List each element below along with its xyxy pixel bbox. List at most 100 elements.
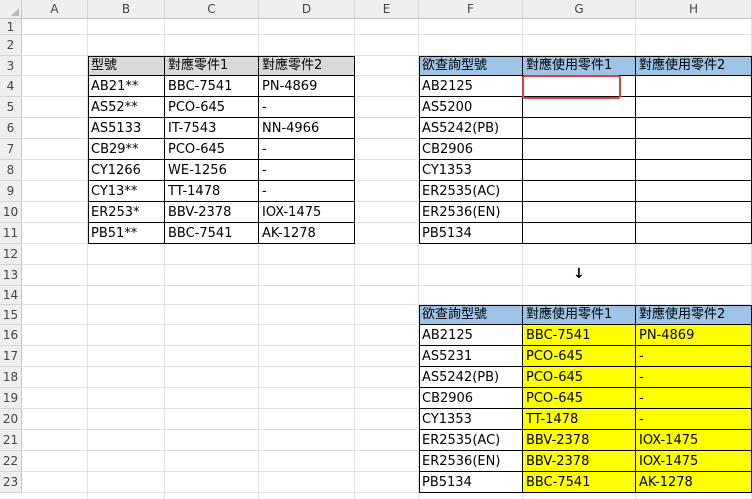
table1-cell[interactable]: AB21** <box>88 76 165 97</box>
row-header-8[interactable]: 8 <box>0 160 22 181</box>
table2-cell[interactable]: ER2535(AC) <box>419 181 523 202</box>
column-header-a[interactable]: A <box>22 0 88 19</box>
table3-cell[interactable]: PCO-645 <box>523 367 636 388</box>
table1-cell[interactable]: CY1266 <box>88 160 165 181</box>
table3-cell[interactable]: BBC-7541 <box>523 325 636 346</box>
table2-cell[interactable] <box>523 139 636 160</box>
table2-cell[interactable]: CY1353 <box>419 160 523 181</box>
column-header-f[interactable]: F <box>419 0 523 19</box>
table2-cell[interactable]: CB2906 <box>419 139 523 160</box>
table3-cell[interactable]: AK-1278 <box>636 472 752 493</box>
table3-cell[interactable]: CB2906 <box>419 388 523 409</box>
table2-cell[interactable] <box>636 181 752 202</box>
row-header-21[interactable]: 21 <box>0 430 22 451</box>
table3-cell[interactable]: - <box>636 388 752 409</box>
table1-cell[interactable]: CB29** <box>88 139 165 160</box>
table2-cell[interactable]: ER2536(EN) <box>419 202 523 223</box>
row-header-10[interactable]: 10 <box>0 202 22 223</box>
table1-cell[interactable]: - <box>259 139 355 160</box>
table2-cell[interactable] <box>636 97 752 118</box>
column-header-c[interactable]: C <box>165 0 259 19</box>
column-header-g[interactable]: G <box>523 0 636 19</box>
table3-cell[interactable]: - <box>636 346 752 367</box>
table3-cell[interactable]: AB2125 <box>419 325 523 346</box>
table2-cell[interactable]: AB2125 <box>419 76 523 97</box>
table2-cell[interactable] <box>636 160 752 181</box>
row-header-14[interactable]: 14 <box>0 286 22 305</box>
table3-cell[interactable]: - <box>636 409 752 430</box>
row-header-16[interactable]: 16 <box>0 325 22 346</box>
table2-cell[interactable] <box>636 223 752 244</box>
table2-cell[interactable]: PB5134 <box>419 223 523 244</box>
table3-cell[interactable]: AS5242(PB) <box>419 367 523 388</box>
row-header-19[interactable]: 19 <box>0 388 22 409</box>
row-header-12[interactable]: 12 <box>0 244 22 265</box>
table3-cell[interactable]: ER2536(EN) <box>419 451 523 472</box>
row-header-6[interactable]: 6 <box>0 118 22 139</box>
column-header-d[interactable]: D <box>259 0 355 19</box>
row-header-22[interactable]: 22 <box>0 451 22 472</box>
table3-cell[interactable]: ER2535(AC) <box>419 430 523 451</box>
row-header-20[interactable]: 20 <box>0 409 22 430</box>
table3-cell[interactable]: PCO-645 <box>523 346 636 367</box>
table2-cell[interactable] <box>523 118 636 139</box>
table2-cell[interactable] <box>636 118 752 139</box>
row-header-13[interactable]: 13 <box>0 265 22 286</box>
row-header-9[interactable]: 9 <box>0 181 22 202</box>
table1-cell[interactable]: - <box>259 181 355 202</box>
table3-cell[interactable]: PN-4869 <box>636 325 752 346</box>
table3-cell[interactable]: BBV-2378 <box>523 451 636 472</box>
table1-cell[interactable]: BBC-7541 <box>165 223 259 244</box>
selected-cell-g4[interactable] <box>522 75 621 99</box>
table2-cell[interactable] <box>523 223 636 244</box>
table1-cell[interactable]: TT-1478 <box>165 181 259 202</box>
table1-cell[interactable]: PN-4869 <box>259 76 355 97</box>
table2-cell[interactable] <box>523 160 636 181</box>
row-header-18[interactable]: 18 <box>0 367 22 388</box>
table1-cell[interactable]: IOX-1475 <box>259 202 355 223</box>
table3-cell[interactable]: PCO-645 <box>523 388 636 409</box>
table1-cell[interactable]: PB51** <box>88 223 165 244</box>
table1-cell[interactable]: AS5133 <box>88 118 165 139</box>
row-header-1[interactable]: 1 <box>0 19 22 35</box>
table1-cell[interactable]: WE-1256 <box>165 160 259 181</box>
row-header-2[interactable]: 2 <box>0 35 22 56</box>
row-header-17[interactable]: 17 <box>0 346 22 367</box>
table2-cell[interactable] <box>636 76 752 97</box>
column-header-e[interactable]: E <box>355 0 419 19</box>
table3-cell[interactable]: TT-1478 <box>523 409 636 430</box>
table3-cell[interactable]: - <box>636 367 752 388</box>
row-header-11[interactable]: 11 <box>0 223 22 244</box>
row-header-23[interactable]: 23 <box>0 472 22 493</box>
table3-cell[interactable]: PB5134 <box>419 472 523 493</box>
table1-cell[interactable]: IT-7543 <box>165 118 259 139</box>
row-header-4[interactable]: 4 <box>0 76 22 97</box>
table3-cell[interactable]: AS5231 <box>419 346 523 367</box>
table3-cell[interactable]: IOX-1475 <box>636 430 752 451</box>
table1-cell[interactable]: - <box>259 97 355 118</box>
table2-cell[interactable] <box>636 202 752 223</box>
table2-cell[interactable]: AS5242(PB) <box>419 118 523 139</box>
column-header-h[interactable]: H <box>636 0 752 19</box>
row-header-5[interactable]: 5 <box>0 97 22 118</box>
table3-cell[interactable]: BBV-2378 <box>523 430 636 451</box>
table1-cell[interactable]: PCO-645 <box>165 97 259 118</box>
select-all-corner[interactable] <box>0 0 22 19</box>
table2-cell[interactable] <box>523 202 636 223</box>
table1-cell[interactable]: PCO-645 <box>165 139 259 160</box>
table3-cell[interactable]: BBC-7541 <box>523 472 636 493</box>
table1-cell[interactable]: CY13** <box>88 181 165 202</box>
table2-cell[interactable]: AS5200 <box>419 97 523 118</box>
table3-cell[interactable]: CY1353 <box>419 409 523 430</box>
table1-cell[interactable]: NN-4966 <box>259 118 355 139</box>
table2-cell[interactable] <box>523 97 636 118</box>
table1-cell[interactable]: AK-1278 <box>259 223 355 244</box>
table1-cell[interactable]: BBV-2378 <box>165 202 259 223</box>
table1-cell[interactable]: ER253* <box>88 202 165 223</box>
table2-cell[interactable] <box>523 181 636 202</box>
row-header-7[interactable]: 7 <box>0 139 22 160</box>
table1-cell[interactable]: BBC-7541 <box>165 76 259 97</box>
row-header-15[interactable]: 15 <box>0 305 22 325</box>
table1-cell[interactable]: AS52** <box>88 97 165 118</box>
table1-cell[interactable]: - <box>259 160 355 181</box>
